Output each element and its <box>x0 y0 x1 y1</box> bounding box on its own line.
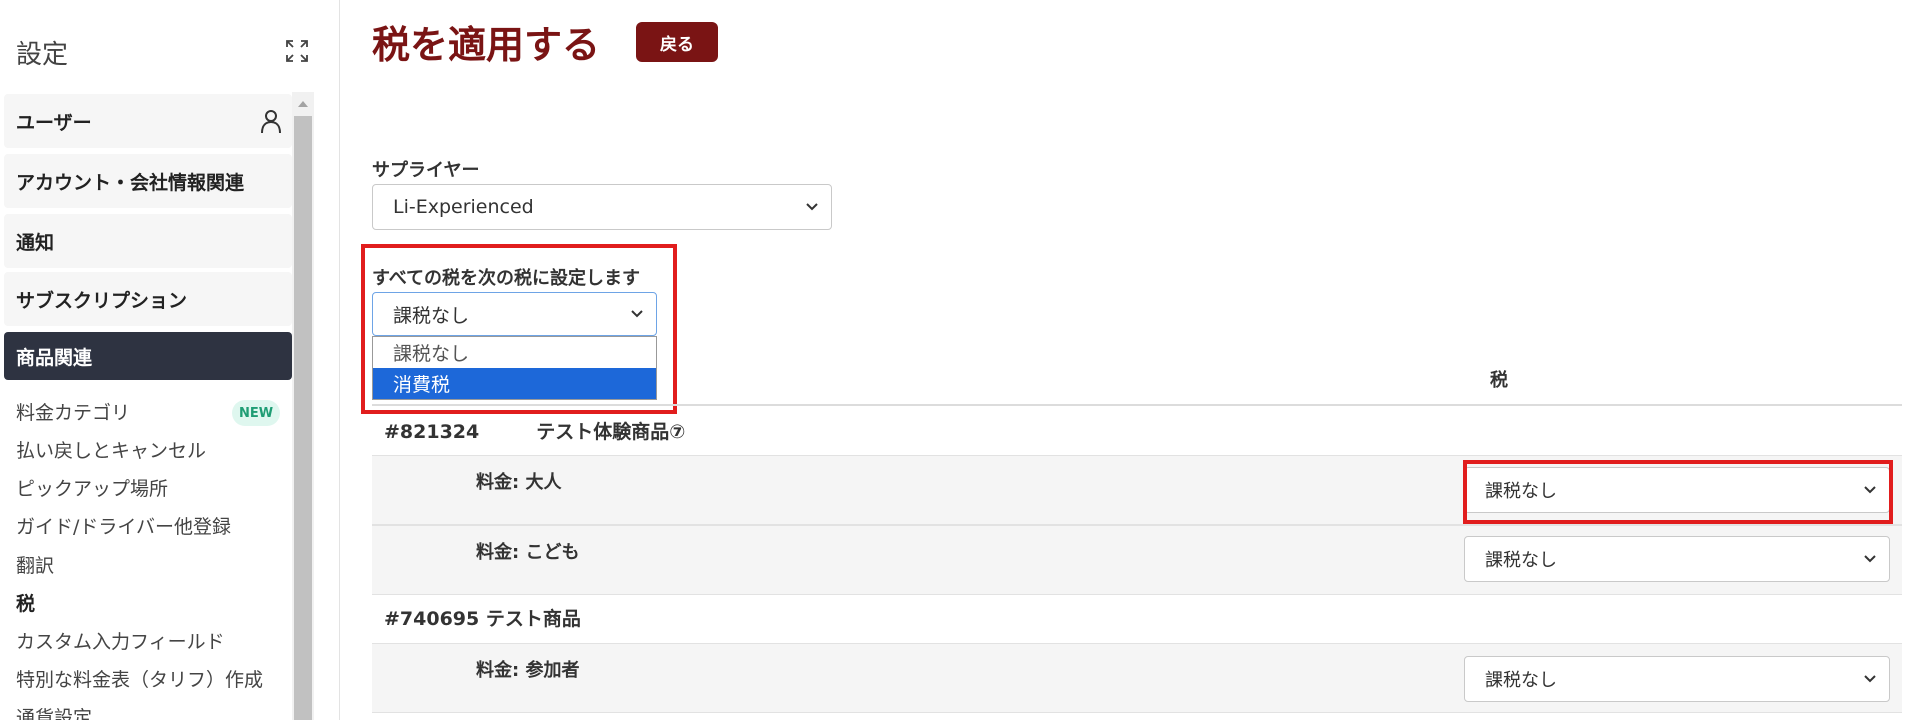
supplier-select-value: Li-Experienced <box>393 196 534 218</box>
product-header: #740695 テスト商品 <box>384 607 581 630</box>
scrollbar-thumb[interactable] <box>294 116 312 720</box>
sidebar-group-subscription[interactable]: サブスクリプション <box>4 272 292 326</box>
sidebar-item-price-category[interactable]: 料金カテゴリ <box>16 398 130 425</box>
price-label: 料金: こども <box>476 542 580 563</box>
price-tax-select[interactable]: 課税なし <box>1464 656 1890 702</box>
sidebar-item-tax[interactable]: 税 <box>16 589 35 616</box>
sidebar-group-users[interactable]: ユーザー <box>4 94 292 148</box>
sidebar-group-label: 商品関連 <box>16 346 93 369</box>
supplier-label: サプライヤー <box>372 160 480 181</box>
price-label: 料金: 大人 <box>476 472 562 493</box>
user-icon <box>261 110 281 134</box>
sidebar-item-tariff[interactable]: 特別な料金表（タリフ）作成 <box>16 665 263 692</box>
product-row: #821324 テスト体験商品⑦ <box>372 405 1902 455</box>
chevron-down-icon <box>1864 675 1876 683</box>
price-tax-select[interactable]: 課税なし <box>1464 536 1890 582</box>
sidebar-group-label: アカウント・会社情報関連 <box>16 171 245 194</box>
product-header: #821324 テスト体験商品⑦ <box>384 420 686 443</box>
expand-icon[interactable] <box>284 38 310 64</box>
sidebar-item-refund-cancel[interactable]: 払い戻しとキャンセル <box>16 436 206 463</box>
chevron-down-icon <box>806 203 818 211</box>
back-button[interactable]: 戻る <box>636 22 718 62</box>
sidebar-group-label: ユーザー <box>16 111 92 134</box>
price-tax-value: 課税なし <box>1485 550 1557 571</box>
sidebar-group-notifications[interactable]: 通知 <box>4 214 292 268</box>
price-label: 料金: 参加者 <box>476 660 580 681</box>
sidebar: 設定 ユーザー アカウント・会社情報関連 通知 サブスクリプション 商品関連 料… <box>0 0 340 720</box>
sidebar-item-currency[interactable]: 通貨設定 <box>16 703 92 720</box>
sidebar-group-label: サブスクリプション <box>16 289 188 312</box>
sidebar-item-custom-fields[interactable]: カスタム入力フィールド <box>16 627 225 654</box>
sidebar-group-label: 通知 <box>16 231 55 254</box>
supplier-select[interactable]: Li-Experienced <box>372 184 832 230</box>
sidebar-title: 設定 <box>16 40 69 70</box>
sidebar-group-products[interactable]: 商品関連 <box>4 332 292 380</box>
product-row: #740695 テスト商品 <box>372 592 1902 642</box>
annotation-highlight-box <box>361 244 677 414</box>
chevron-down-icon <box>1864 555 1876 563</box>
tax-column-header: 税 <box>1490 370 1508 391</box>
page-title: 税を適用する <box>372 23 601 67</box>
sidebar-group-account[interactable]: アカウント・会社情報関連 <box>4 154 292 208</box>
price-tax-value: 課税なし <box>1485 670 1557 691</box>
sidebar-item-translation[interactable]: 翻訳 <box>16 551 54 578</box>
sidebar-item-guide-driver[interactable]: ガイド/ドライバー他登録 <box>16 512 231 539</box>
sidebar-item-pickup[interactable]: ピックアップ場所 <box>16 474 168 501</box>
scroll-up-arrow-icon[interactable] <box>292 92 314 114</box>
annotation-highlight-box <box>1463 460 1893 524</box>
new-badge: NEW <box>232 400 280 426</box>
